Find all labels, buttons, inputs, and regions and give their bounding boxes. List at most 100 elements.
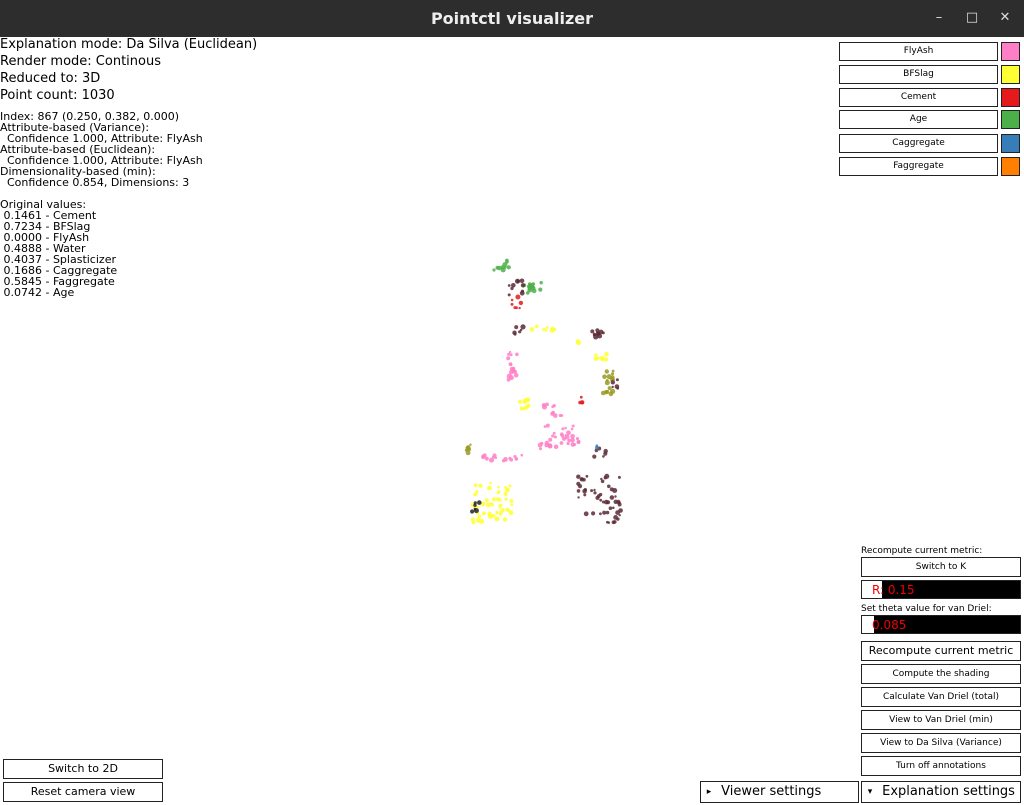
data-point xyxy=(590,489,594,493)
legend-item-bfslag[interactable]: BFSlag xyxy=(839,65,1020,84)
switch-to-k-button[interactable]: Switch to K xyxy=(861,557,1021,577)
point-cloud-view[interactable] xyxy=(440,245,660,545)
data-point xyxy=(504,497,508,501)
legend-label[interactable]: Faggregate xyxy=(839,157,998,176)
viewer-settings-label: Viewer settings xyxy=(721,784,822,799)
legend-label[interactable]: FlyAsh xyxy=(839,42,998,61)
data-point xyxy=(595,353,598,356)
r-value-text: R: 0.15 xyxy=(872,583,915,597)
data-point xyxy=(561,427,565,431)
data-point xyxy=(545,326,549,329)
maximize-icon[interactable]: □ xyxy=(962,8,982,28)
data-point xyxy=(473,507,477,511)
data-point xyxy=(525,291,530,295)
title-bar: Pointctl visualizer – □ ✕ xyxy=(0,0,1024,37)
recompute-metric-button[interactable]: Recompute current metric xyxy=(861,641,1021,661)
data-point xyxy=(520,324,526,330)
data-point xyxy=(470,517,475,522)
legend-label[interactable]: Caggregate xyxy=(839,134,998,153)
data-point xyxy=(485,502,491,508)
legend-swatch xyxy=(1001,42,1020,61)
data-point xyxy=(489,457,494,463)
data-point xyxy=(498,498,502,502)
viewer-settings-tab[interactable]: ▸ Viewer settings xyxy=(700,781,859,803)
data-point xyxy=(520,289,525,293)
legend-label[interactable]: BFSlag xyxy=(839,65,998,84)
legend-item-caggregate[interactable]: Caggregate xyxy=(839,134,1020,153)
legend-label[interactable]: Age xyxy=(839,110,998,129)
data-point xyxy=(599,498,603,502)
data-point xyxy=(506,265,511,270)
switch-to-2d-button[interactable]: Switch to 2D xyxy=(3,759,163,779)
legend-swatch xyxy=(1001,134,1020,153)
data-point xyxy=(520,453,524,457)
legend-item-flyash[interactable]: FlyAsh xyxy=(839,42,1020,61)
data-point xyxy=(558,413,562,418)
data-point xyxy=(509,353,513,357)
reset-camera-button[interactable]: Reset camera view xyxy=(3,782,163,802)
legend-item-cement[interactable]: Cement xyxy=(839,88,1020,107)
original-value-row: 0.0742 - Age xyxy=(0,286,75,299)
collapse-arrow-icon: ▾ xyxy=(867,787,873,797)
data-point xyxy=(484,498,489,503)
turn-off-annotations-button[interactable]: Turn off annotations xyxy=(861,756,1021,776)
calculate-van-driel-button[interactable]: Calculate Van Driel (total) xyxy=(861,687,1021,707)
data-point xyxy=(566,430,571,436)
data-point xyxy=(510,302,514,306)
data-point xyxy=(576,489,581,493)
data-point xyxy=(524,397,530,403)
data-point xyxy=(559,441,564,445)
data-point xyxy=(610,380,615,385)
data-point xyxy=(469,443,472,446)
data-point xyxy=(529,327,535,332)
data-point xyxy=(550,326,555,331)
data-point xyxy=(519,278,525,284)
view-da-silva-button[interactable]: View to Da Silva (Variance) xyxy=(861,733,1021,753)
data-point xyxy=(600,358,604,362)
data-point xyxy=(616,517,620,521)
data-point xyxy=(593,356,599,361)
data-point xyxy=(608,391,614,397)
theta-value-input[interactable]: 0.085 xyxy=(861,615,1021,634)
selection-line: Confidence 0.854, Dimensions: 3 xyxy=(0,176,190,189)
legend-item-age[interactable]: Age xyxy=(839,110,1020,129)
data-point xyxy=(590,329,595,334)
data-point xyxy=(539,447,542,451)
close-icon[interactable]: ✕ xyxy=(995,8,1015,28)
data-point xyxy=(515,278,520,284)
data-point xyxy=(508,375,514,381)
data-point xyxy=(507,284,511,287)
legend-swatch xyxy=(1001,157,1020,176)
explanation-settings-label: Explanation settings xyxy=(882,784,1015,799)
data-point xyxy=(617,475,621,479)
compute-shading-button[interactable]: Compute the shading xyxy=(861,664,1021,684)
data-point xyxy=(494,516,500,522)
data-point xyxy=(548,437,553,442)
data-point xyxy=(598,329,604,335)
data-point xyxy=(513,332,517,336)
data-point xyxy=(607,386,612,391)
minimize-icon[interactable]: – xyxy=(929,8,949,28)
legend-item-faggregate[interactable]: Faggregate xyxy=(839,157,1020,176)
data-point xyxy=(551,405,554,408)
view-van-driel-button[interactable]: View to Van Driel (min) xyxy=(861,710,1021,730)
data-point xyxy=(502,262,508,268)
data-point xyxy=(510,298,514,302)
data-point xyxy=(570,437,575,443)
data-point xyxy=(600,390,606,396)
data-point xyxy=(495,510,499,514)
data-point xyxy=(553,435,557,439)
data-point xyxy=(573,443,577,446)
r-value-input[interactable]: R: 0.15 xyxy=(861,580,1021,599)
data-point xyxy=(505,488,510,493)
data-point xyxy=(514,457,518,461)
explanation-settings-tab[interactable]: ▾ Explanation settings xyxy=(861,781,1021,803)
data-point xyxy=(539,281,543,285)
legend-label[interactable]: Cement xyxy=(839,88,998,107)
data-point xyxy=(478,483,483,488)
data-point xyxy=(575,437,580,441)
data-point xyxy=(531,282,536,286)
data-point xyxy=(477,500,482,505)
data-point xyxy=(609,495,615,500)
legend-swatch xyxy=(1001,88,1020,107)
